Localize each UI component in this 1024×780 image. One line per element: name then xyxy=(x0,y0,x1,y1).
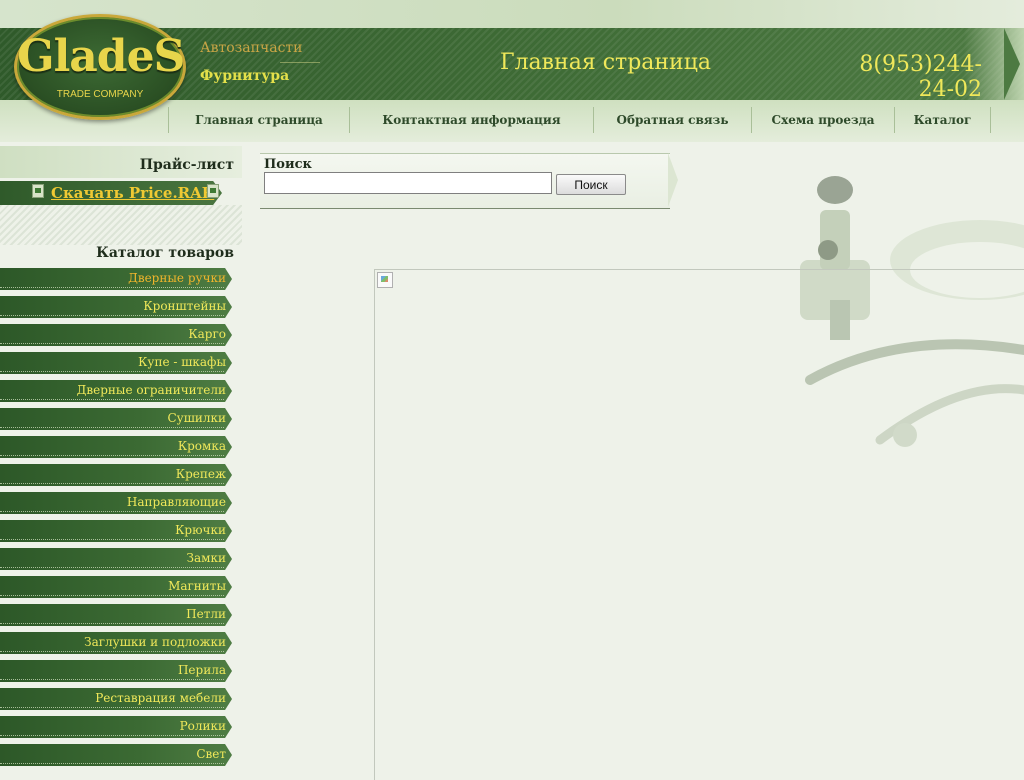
catalog-item-restoration[interactable]: Реставрация мебели xyxy=(0,688,232,710)
catalog-item-label: Перила xyxy=(177,663,226,677)
catalog-item-rollers[interactable]: Ролики xyxy=(0,716,232,738)
catalog-item-railings[interactable]: Перила xyxy=(0,660,232,682)
main-nav: Главная страница Контактная информация О… xyxy=(168,107,991,133)
top-strip xyxy=(0,0,1024,28)
catalog-item-magnets[interactable]: Магниты xyxy=(0,576,232,598)
catalog-item-label: Карго xyxy=(188,327,226,341)
catalog-title: Каталог товаров xyxy=(96,245,234,261)
phone-line-1: 8(953)244- xyxy=(859,52,982,77)
catalog-item-label: Дверные ограничители xyxy=(76,383,226,397)
broken-image-icon xyxy=(377,272,393,288)
phone-number: 8(953)244- 24-02 xyxy=(852,52,982,102)
catalog-item-locks[interactable]: Замки xyxy=(0,548,232,570)
catalog-item-label: Ролики xyxy=(179,719,226,733)
catalog-item-hinges[interactable]: Петли xyxy=(0,604,232,626)
catalog-item-door-handles[interactable]: Дверные ручки xyxy=(0,268,232,290)
catalog-item-plugs[interactable]: Заглушки и подложки xyxy=(0,632,232,654)
header-chevron xyxy=(1004,28,1020,100)
catalog-item-label: Сушилки xyxy=(167,411,226,425)
catalog-item-label: Дверные ручки xyxy=(128,271,226,285)
catalog-item-label: Кронштейны xyxy=(143,299,226,313)
catalog-item-label: Петли xyxy=(186,607,226,621)
catalog-item-door-stoppers[interactable]: Дверные ограничители xyxy=(0,380,232,402)
catalog-item-edging[interactable]: Кромка xyxy=(0,436,232,458)
catalog-item-label: Крючки xyxy=(175,523,226,537)
rar-file-icon xyxy=(32,184,44,198)
catalog-item-fasteners[interactable]: Крепеж xyxy=(0,464,232,486)
catalog-item-dryers[interactable]: Сушилки xyxy=(0,408,232,430)
nav-directions[interactable]: Схема проезда xyxy=(751,107,894,133)
nav-feedback[interactable]: Обратная связь xyxy=(593,107,751,133)
download-price-link[interactable]: Скачать Price.RAR xyxy=(51,184,214,202)
tagline-divider xyxy=(280,62,320,63)
catalog-item-label: Реставрация мебели xyxy=(95,691,226,705)
content-image-frame xyxy=(374,269,1024,780)
catalog-item-hooks[interactable]: Крючки xyxy=(0,520,232,542)
catalog-item-lighting[interactable]: Свет xyxy=(0,744,232,766)
phone-line-2: 24-02 xyxy=(918,77,982,102)
nav-contacts[interactable]: Контактная информация xyxy=(349,107,593,133)
tagline-furniture: Фурнитура xyxy=(200,68,290,84)
sidebar-texture xyxy=(0,205,242,245)
catalog-item-label: Кромка xyxy=(177,439,226,453)
catalog-item-label: Направляющие xyxy=(126,495,226,509)
catalog-item-label: Заглушки и подложки xyxy=(84,635,226,649)
catalog-item-wardrobes[interactable]: Купе - шкафы xyxy=(0,352,232,374)
logo-word: GladeS xyxy=(17,31,185,82)
catalog-item-label: Свет xyxy=(196,747,226,761)
catalog-item-label: Купе - шкафы xyxy=(138,355,226,369)
search-label: Поиск xyxy=(264,157,312,172)
rar-file-icon xyxy=(207,184,219,198)
price-list-title: Прайс-лист xyxy=(139,157,234,173)
nav-home[interactable]: Главная страница xyxy=(168,107,349,133)
site-logo[interactable]: GladeS TRADE COMPANY xyxy=(14,14,186,120)
search-panel-arrow xyxy=(668,153,678,207)
page-title: Главная страница xyxy=(500,50,711,75)
tagline-autoparts: Автозапчасти xyxy=(200,40,303,56)
catalog-item-label: Замки xyxy=(186,551,226,565)
search-button[interactable]: Поиск xyxy=(556,174,626,195)
catalog-item-cargo[interactable]: Карго xyxy=(0,324,232,346)
catalog-item-brackets[interactable]: Кронштейны xyxy=(0,296,232,318)
catalog-item-label: Магниты xyxy=(168,579,226,593)
nav-catalog[interactable]: Каталог xyxy=(894,107,991,133)
catalog-list: Дверные ручки Кронштейны Карго Купе - шк… xyxy=(0,268,232,772)
catalog-item-guides[interactable]: Направляющие xyxy=(0,492,232,514)
catalog-item-label: Крепеж xyxy=(175,467,226,481)
search-input[interactable] xyxy=(264,172,552,194)
logo-subtitle: TRADE COMPANY xyxy=(56,89,144,100)
